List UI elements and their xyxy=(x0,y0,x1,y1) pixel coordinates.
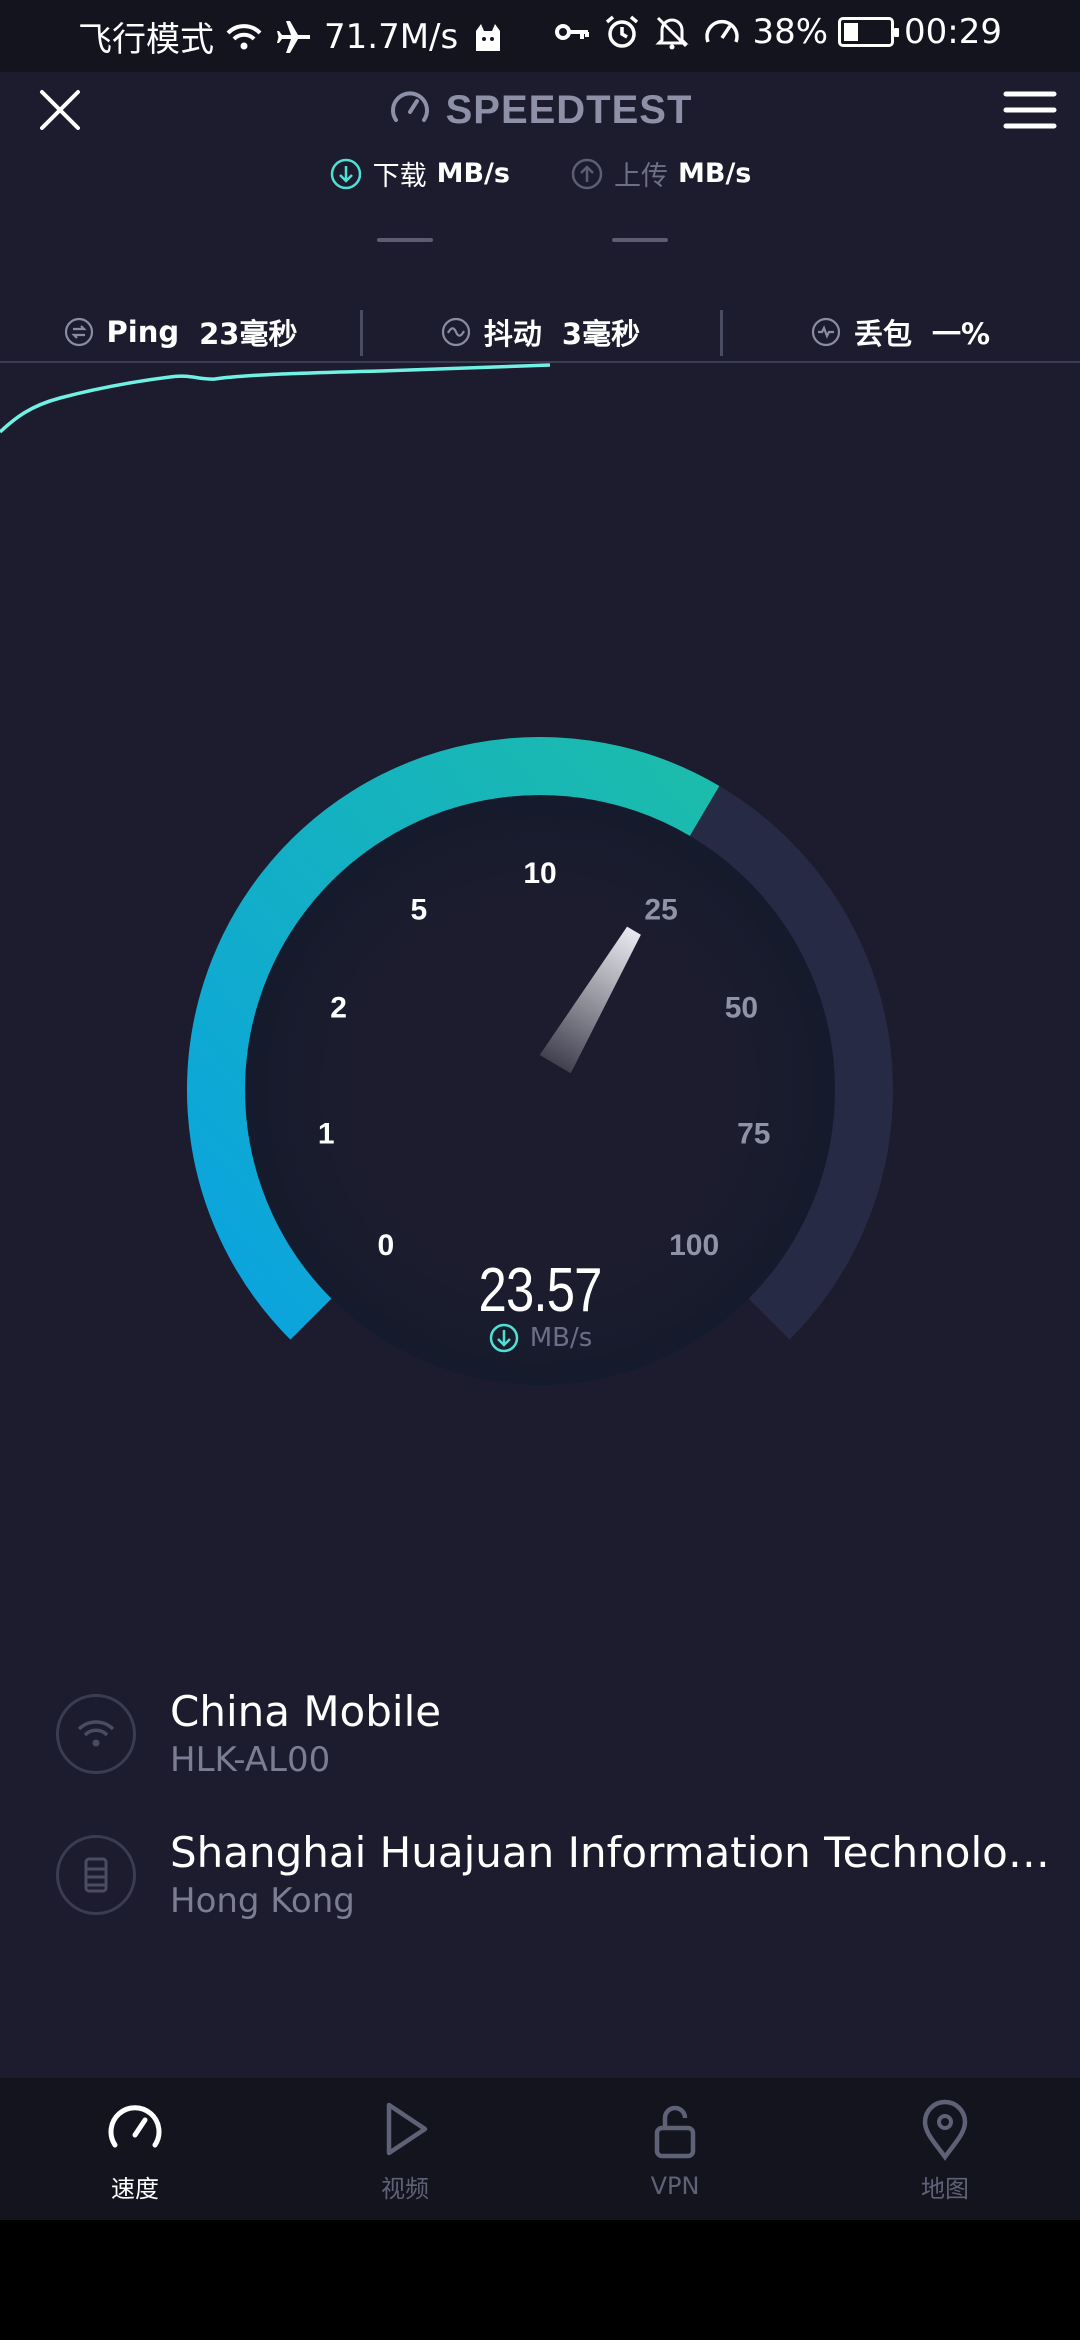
speed-reading: 23.57 MB/s xyxy=(0,1255,1080,1354)
ping-metric: Ping 23毫秒 xyxy=(0,300,360,364)
gauge-tick-label: 75 xyxy=(737,1118,770,1151)
nav-map[interactable]: 地图 xyxy=(810,2078,1080,2220)
wifi-icon xyxy=(77,1719,115,1746)
server-icon xyxy=(84,1857,108,1892)
app-header: SPEEDTEST 下载 MB/s 上传 MB/s xyxy=(0,72,1080,192)
menu-button[interactable] xyxy=(1002,86,1058,134)
battery-icon xyxy=(838,17,900,47)
speedometer-icon xyxy=(108,2104,162,2147)
packet-loss-icon xyxy=(811,317,841,347)
key-icon xyxy=(552,12,592,52)
app-brand: SPEEDTEST xyxy=(0,86,1080,134)
gauge-tick-label: 25 xyxy=(644,894,677,927)
speedtest-logo-icon xyxy=(388,86,432,134)
jitter-metric: 抖动 3毫秒 xyxy=(360,300,720,364)
transfer-direction-tabs: 下载 MB/s 上传 MB/s xyxy=(0,154,1080,193)
clock: 00:29 xyxy=(904,12,1002,52)
wifi-circle xyxy=(56,1693,136,1774)
gauge-tick-label: 5 xyxy=(411,894,428,927)
upload-icon xyxy=(571,158,603,189)
play-icon xyxy=(386,2102,428,2155)
mute-icon xyxy=(652,12,692,52)
current-speed-value: 23.57 xyxy=(478,1256,602,1325)
isp-row[interactable]: China Mobile HLK-AL00 xyxy=(56,1687,1066,1780)
packet-loss-value: 一% xyxy=(931,317,991,351)
nav-video[interactable]: 视频 xyxy=(270,2078,540,2220)
download-unit: MB/s xyxy=(436,158,510,189)
lock-icon xyxy=(654,2105,696,2159)
nav-vpn[interactable]: VPN xyxy=(540,2078,810,2220)
upload-unit: MB/s xyxy=(678,158,752,189)
jitter-label: 抖动 xyxy=(483,317,542,351)
upload-indicator: 上传 MB/s xyxy=(570,154,751,193)
current-speed-unit: MB/s xyxy=(529,1323,593,1353)
server-row[interactable]: Shanghai Huajuan Information Technolog..… xyxy=(56,1828,1066,1921)
nav-map-label: 地图 xyxy=(921,2174,969,2203)
ping-label: Ping xyxy=(106,315,180,349)
server-circle xyxy=(56,1834,136,1915)
hamburger-icon xyxy=(1003,91,1057,129)
gauge-tick-label: 1 xyxy=(318,1118,335,1151)
device-model: HLK-AL00 xyxy=(170,1740,331,1780)
gauge-tick-label: 2 xyxy=(330,992,347,1025)
download-value-placeholder xyxy=(377,238,433,242)
ping-value: 23毫秒 xyxy=(199,317,298,351)
isp-name: China Mobile xyxy=(170,1687,442,1736)
battery-percent: 38% xyxy=(752,12,829,52)
gauge-tick-label: 50 xyxy=(725,992,758,1025)
cat-icon xyxy=(468,17,508,57)
packet-loss-label: 丢包 xyxy=(853,317,912,351)
nav-speed-label: 速度 xyxy=(111,2174,159,2203)
jitter-icon xyxy=(441,317,470,347)
nav-vpn-label: VPN xyxy=(650,2172,700,2200)
upload-label: 上传 xyxy=(614,161,668,192)
upload-value-placeholder xyxy=(612,238,668,242)
download-icon xyxy=(489,1323,518,1353)
network-speed: 71.7M/s xyxy=(324,16,459,57)
nav-video-label: 视频 xyxy=(381,2174,429,2203)
map-pin-icon xyxy=(922,2099,968,2161)
latency-metrics: Ping 23毫秒 抖动 3毫秒 丢包 一% xyxy=(0,300,1080,364)
airplane-icon xyxy=(274,17,314,57)
server-name: Shanghai Huajuan Information Technolog..… xyxy=(170,1828,1066,1877)
gauge-tick-label: 10 xyxy=(523,857,556,890)
alarm-icon xyxy=(602,12,642,52)
airplane-mode-label: 飞行模式 xyxy=(78,20,214,60)
download-label: 下载 xyxy=(372,161,427,192)
packet-loss-metric: 丢包 一% xyxy=(720,300,1080,364)
nav-speed[interactable]: 速度 xyxy=(0,2078,270,2220)
jitter-value: 3毫秒 xyxy=(561,317,641,351)
download-icon xyxy=(330,158,361,189)
status-bar: 飞行模式 71.7M/s 38% 00:29 xyxy=(0,0,1080,72)
app-title: SPEEDTEST xyxy=(445,87,693,132)
server-location: Hong Kong xyxy=(170,1881,355,1921)
speed-icon xyxy=(702,12,742,52)
download-indicator: 下载 MB/s xyxy=(329,154,510,193)
ping-icon xyxy=(64,317,93,347)
current-speed-unit-row: MB/s xyxy=(0,1322,1080,1354)
speed-trend-graph xyxy=(0,363,551,434)
wifi-icon xyxy=(224,17,264,57)
bottom-navigation: 速度 视频 VPN 地图 xyxy=(0,2078,1080,2220)
system-nav-area xyxy=(0,2220,1080,2340)
